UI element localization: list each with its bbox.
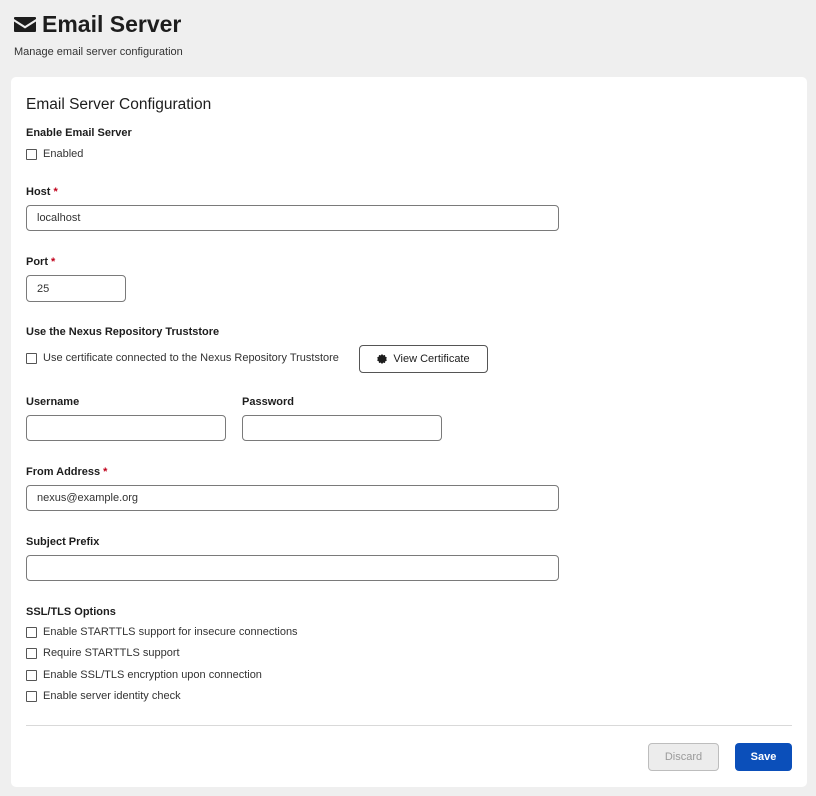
- ssl-options-label: SSL/TLS Options: [26, 606, 116, 618]
- username-label: Username: [26, 396, 80, 408]
- port-input[interactable]: [26, 275, 126, 302]
- truststore-checkbox[interactable]: Use certificate connected to the Nexus R…: [26, 352, 339, 364]
- save-button[interactable]: Save: [735, 743, 792, 771]
- checkbox-box[interactable]: [26, 148, 37, 160]
- truststore-label: Use the Nexus Repository Truststore: [26, 326, 220, 338]
- ssl-option-starttls-enable[interactable]: Enable STARTTLS support for insecure con…: [26, 626, 298, 638]
- page-subtitle: Manage email server configuration: [14, 46, 183, 58]
- ssl-option-ssl-encryption[interactable]: Enable SSL/TLS encryption upon connectio…: [26, 669, 262, 681]
- page-header: Email Server: [14, 10, 181, 38]
- host-label: Host *: [26, 186, 58, 198]
- ssl-option-label: Enable SSL/TLS encryption upon connectio…: [43, 669, 262, 681]
- subject-prefix-label: Subject Prefix: [26, 536, 100, 548]
- footer-divider: [26, 725, 792, 726]
- enable-email-checkbox[interactable]: Enabled: [26, 148, 83, 160]
- password-label: Password: [242, 396, 294, 408]
- envelope-icon: [14, 17, 36, 32]
- from-address-label: From Address *: [26, 466, 107, 478]
- checkbox-box[interactable]: [26, 647, 37, 659]
- from-address-label-text: From Address: [26, 466, 101, 478]
- checkbox-box[interactable]: [26, 352, 37, 364]
- enable-email-label: Enable Email Server: [26, 127, 132, 139]
- subject-prefix-input[interactable]: [26, 555, 559, 581]
- required-mark: *: [53, 186, 58, 198]
- card-title: Email Server Configuration: [26, 96, 212, 113]
- ssl-option-identity-check[interactable]: Enable server identity check: [26, 690, 181, 702]
- port-label-text: Port: [26, 256, 48, 268]
- checkbox-box[interactable]: [26, 669, 37, 681]
- from-address-input[interactable]: [26, 485, 559, 511]
- password-input[interactable]: [242, 415, 442, 441]
- required-mark: *: [51, 256, 56, 268]
- enable-email-checkbox-label: Enabled: [43, 148, 84, 160]
- required-mark: *: [103, 466, 108, 478]
- ssl-option-label: Require STARTTLS support: [43, 647, 180, 659]
- checkbox-box[interactable]: [26, 626, 37, 638]
- username-input[interactable]: [26, 415, 226, 441]
- page-title-row: Email Server: [14, 10, 181, 38]
- ssl-option-starttls-require[interactable]: Require STARTTLS support: [26, 647, 180, 659]
- page-title: Email Server: [42, 10, 182, 37]
- discard-button[interactable]: Discard: [648, 743, 719, 771]
- certificate-icon: [377, 354, 388, 364]
- view-certificate-label: View Certificate: [393, 353, 470, 365]
- truststore-checkbox-label: Use certificate connected to the Nexus R…: [43, 352, 339, 364]
- host-input[interactable]: [26, 205, 559, 231]
- host-label-text: Host: [26, 186, 51, 198]
- port-label: Port *: [26, 256, 55, 268]
- view-certificate-button[interactable]: View Certificate: [359, 345, 488, 373]
- ssl-option-label: Enable server identity check: [43, 690, 181, 702]
- config-card: Email Server Configuration Enable Email …: [11, 77, 807, 787]
- checkbox-box[interactable]: [26, 690, 37, 702]
- ssl-option-label: Enable STARTTLS support for insecure con…: [43, 626, 298, 638]
